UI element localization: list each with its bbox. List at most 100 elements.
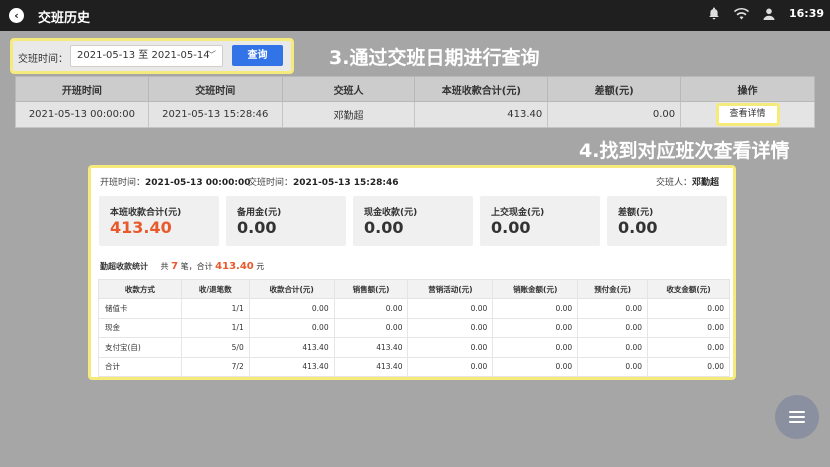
- top-bar: ‹ 交班历史 16:39: [0, 0, 830, 31]
- cell: 0.00: [647, 298, 730, 319]
- column-header: 销售额(元): [333, 279, 409, 299]
- cell: 1/1: [180, 317, 250, 338]
- bell-icon: [709, 7, 719, 20]
- detail-end: 交班时间：2021-05-13 15:28:46: [248, 175, 399, 188]
- stats-amount: 413.40: [215, 261, 254, 272]
- date-filter-label: 交班时间：: [18, 54, 68, 65]
- clock: 16:39: [788, 7, 824, 20]
- cell: 0.00: [577, 298, 649, 319]
- shift-detail-panel: 开班时间：2021-05-13 00:00:00 交班时间：2021-05-13…: [88, 165, 736, 380]
- cell: 0.00: [647, 317, 730, 338]
- cell: 0.00: [492, 356, 579, 377]
- cell: 0.00: [407, 298, 494, 319]
- cell: 0.00: [647, 356, 730, 377]
- cell: 储值卡: [98, 298, 182, 319]
- stats-count: 7: [171, 261, 179, 272]
- annotation-step3: 3.通过交班日期进行查询: [329, 47, 540, 69]
- status-bar: 16:39: [708, 7, 824, 20]
- card-label: 上交现金(元): [491, 208, 545, 218]
- card-value: 0.00: [237, 218, 277, 237]
- query-button[interactable]: 查询: [232, 45, 283, 66]
- detail-end-label: 交班时间：: [248, 178, 294, 188]
- column-header: 收/退笔数: [180, 279, 250, 299]
- user-icon[interactable]: [763, 8, 775, 20]
- detail-person: 交班人：邓勤超: [656, 175, 719, 188]
- card-label: 本班收款合计(元): [110, 208, 182, 218]
- card-reserve: 备用金(元) 0.00: [226, 196, 346, 246]
- stats-prefix: 共: [160, 262, 169, 271]
- column-header: 收款合计(元): [248, 279, 335, 299]
- card-label: 现金收款(元): [364, 208, 418, 218]
- date-filter: 交班时间： 2021-05-13 至 2021-05-14 ﹀ 查询: [10, 38, 294, 74]
- column-header: 交班时间: [147, 76, 283, 102]
- person-cell: 邓勤超: [281, 101, 416, 128]
- stats-mid: 笔，合计: [180, 262, 213, 271]
- chevron-down-icon: ﹀: [206, 51, 216, 61]
- cell: 7/2: [180, 356, 250, 377]
- column-header: 收支金额(元): [647, 279, 730, 299]
- cell: 0.00: [333, 317, 409, 338]
- date-range-select[interactable]: 2021-05-13 至 2021-05-14 ﹀: [70, 45, 223, 67]
- stats-suffix: 元: [256, 262, 265, 271]
- cell: 0.00: [577, 356, 649, 377]
- start-time-cell: 2021-05-13 00:00:00: [15, 101, 149, 128]
- cell: 合计: [98, 356, 182, 377]
- cell: 1/1: [180, 298, 250, 319]
- action-cell: 查看详情: [680, 101, 815, 128]
- cell: 0.00: [577, 317, 649, 338]
- cell: 0.00: [248, 298, 335, 319]
- detail-end-value: 2021-05-13 15:28:46: [293, 178, 399, 188]
- table-header-row: 开班时间 交班时间 交班人 本班收款合计(元) 差额(元) 操作: [15, 76, 815, 102]
- cell: 0.00: [577, 337, 649, 358]
- collection-stats: 勤超收款统计 共 7 笔，合计 413.40 元: [100, 261, 264, 272]
- table-row: 支付宝(自) 5/0 413.40 413.40 0.00 0.00 0.00 …: [98, 337, 730, 358]
- column-header: 交班人: [281, 76, 416, 102]
- cell: 0.00: [492, 298, 579, 319]
- view-detail-button[interactable]: 查看详情: [718, 106, 777, 123]
- date-range-value: 2021-05-13 至 2021-05-14: [77, 50, 210, 61]
- menu-fab-button[interactable]: [775, 395, 819, 439]
- cell: 0.00: [647, 337, 730, 358]
- detail-start: 开班时间：2021-05-13 00:00:00: [100, 175, 251, 188]
- card-total: 本班收款合计(元) 413.40: [99, 196, 219, 246]
- cell: 现金: [98, 317, 182, 338]
- end-time-cell: 2021-05-13 15:28:46: [147, 101, 283, 128]
- table-row-total: 合计 7/2 413.40 413.40 0.00 0.00 0.00 0.00: [98, 356, 730, 377]
- column-header: 操作: [680, 76, 815, 102]
- cell: 0.00: [333, 298, 409, 319]
- shift-history-table: 开班时间 交班时间 交班人 本班收款合计(元) 差额(元) 操作 2021-05…: [15, 76, 815, 128]
- detail-start-label: 开班时间：: [100, 178, 146, 188]
- cell: 413.40: [333, 337, 409, 358]
- column-header: 销账金额(元): [492, 279, 579, 299]
- detail-person-label: 交班人：: [655, 178, 692, 188]
- table-header-row: 收款方式 收/退笔数 收款合计(元) 销售额(元) 营销活动(元) 销账金额(元…: [98, 279, 730, 299]
- column-header: 差额(元): [547, 76, 682, 102]
- cell: 0.00: [407, 356, 494, 377]
- cell: 0.00: [492, 317, 579, 338]
- column-header: 开班时间: [15, 76, 149, 102]
- cell: 0.00: [407, 317, 494, 338]
- column-header: 本班收款合计(元): [414, 76, 549, 102]
- payment-breakdown-table: 收款方式 收/退笔数 收款合计(元) 销售额(元) 营销活动(元) 销账金额(元…: [98, 279, 730, 377]
- column-header: 预付金(元): [577, 279, 649, 299]
- cell: 支付宝(自): [98, 337, 182, 358]
- column-header: 营销活动(元): [407, 279, 494, 299]
- detail-person-value: 邓勤超: [691, 178, 719, 188]
- column-header: 收款方式: [98, 279, 182, 299]
- cell: 413.40: [248, 337, 335, 358]
- cell: 5/0: [180, 337, 250, 358]
- view-detail-highlight: 查看详情: [715, 103, 780, 126]
- card-label: 备用金(元): [237, 208, 282, 218]
- cell: 413.40: [333, 356, 409, 377]
- card-value: 0.00: [618, 218, 658, 237]
- back-icon[interactable]: ‹: [9, 8, 24, 23]
- stats-title: 勤超收款统计: [100, 262, 148, 271]
- cell: 0.00: [407, 337, 494, 358]
- cell: 0.00: [248, 317, 335, 338]
- menu-icon: [789, 416, 805, 418]
- card-diff: 差额(元) 0.00: [607, 196, 727, 246]
- card-value: 0.00: [491, 218, 531, 237]
- total-cell: 413.40: [414, 101, 549, 128]
- table-row: 2021-05-13 00:00:00 2021-05-13 15:28:46 …: [15, 101, 815, 128]
- page-title: 交班历史: [38, 11, 91, 26]
